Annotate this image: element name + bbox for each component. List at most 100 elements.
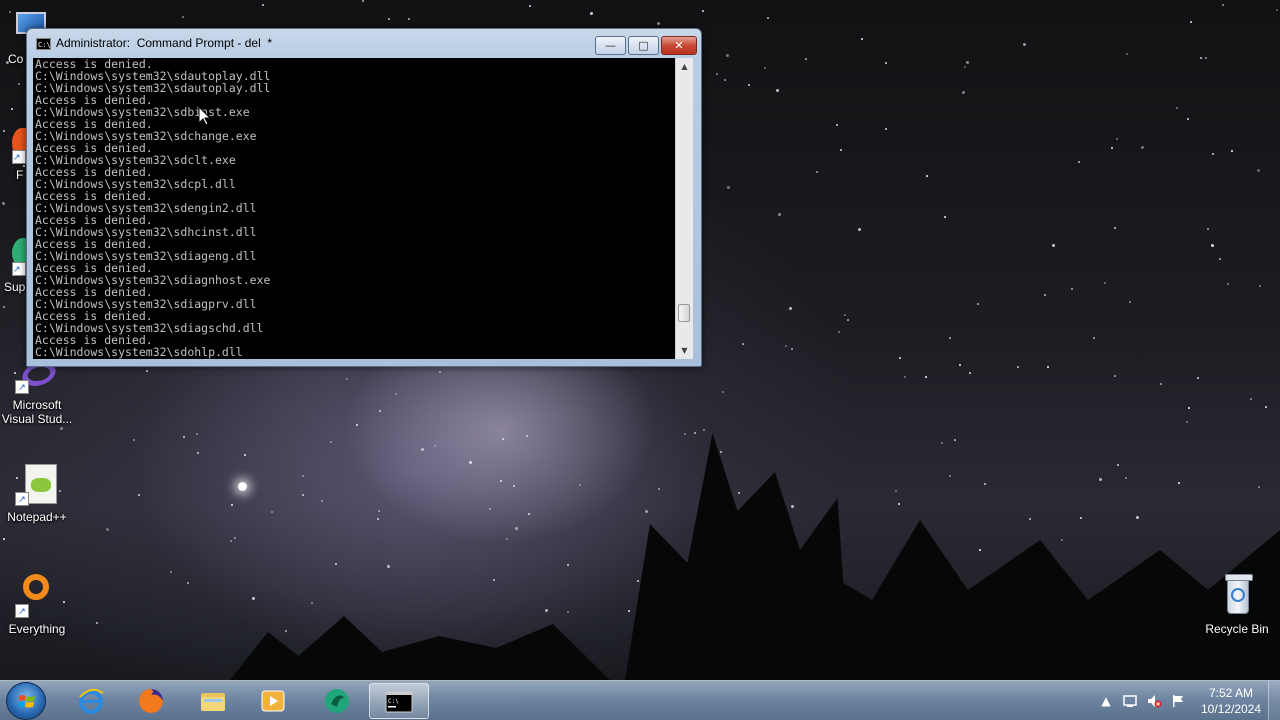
volume-muted-icon[interactable] [1146, 693, 1162, 709]
star [1188, 407, 1190, 409]
cmd-icon[interactable]: C:\ [36, 38, 51, 50]
star [567, 611, 569, 613]
star [138, 494, 140, 496]
star [1211, 244, 1214, 247]
star [302, 494, 304, 496]
star [500, 480, 502, 482]
star [1250, 398, 1252, 400]
star [106, 528, 109, 531]
star [60, 427, 63, 430]
star [966, 61, 969, 64]
star [847, 319, 849, 321]
scroll-up-icon[interactable]: ▲ [676, 58, 693, 75]
star [1219, 258, 1221, 260]
star [1104, 282, 1106, 284]
shortcut-arrow-icon: ↗ [15, 380, 29, 394]
console-output[interactable]: Access is denied. C:\Windows\system32\sda… [33, 58, 675, 359]
desktop-icon-visual-studio[interactable]: ↗ Microsoft Visual Stud... [0, 360, 74, 426]
taskbar-media-player[interactable] [244, 683, 302, 719]
star [791, 505, 794, 508]
console-line: C:\Windows\system32\sdohlp.dll [35, 345, 243, 359]
taskbar-internet-explorer[interactable] [62, 683, 120, 719]
maximize-button[interactable]: □ [628, 36, 659, 55]
taskbar: C:\ ▲ 7:52 AM 10/12/2024 [0, 680, 1280, 720]
star [346, 378, 348, 380]
clock[interactable]: 7:52 AM 10/12/2024 [1196, 685, 1266, 717]
star [716, 73, 718, 75]
star [230, 540, 232, 542]
star [362, 0, 364, 2]
star [898, 503, 900, 505]
star [767, 17, 769, 19]
star [954, 439, 956, 441]
flag-icon[interactable] [1170, 693, 1186, 709]
window-titlebar[interactable]: C:\ Administrator: Command Prompt - del … [27, 29, 701, 57]
star [1231, 150, 1233, 152]
star [271, 511, 273, 513]
star [969, 372, 971, 374]
star [637, 580, 639, 582]
desktop-icon-recycle-bin[interactable]: Recycle Bin [1199, 572, 1275, 636]
star [379, 410, 381, 412]
star [1093, 337, 1095, 339]
taskbar-command-prompt[interactable]: C:\ [369, 683, 429, 719]
command-prompt-window[interactable]: C:\ Administrator: Command Prompt - del … [26, 28, 702, 367]
star [1141, 146, 1144, 149]
star [764, 67, 766, 69]
desktop-icon-label: Notepad++ [7, 510, 67, 524]
star [11, 108, 13, 110]
star [805, 58, 807, 60]
star [724, 79, 726, 81]
desktop-icon-label: Microsoft Visual Stud... [1, 398, 73, 426]
app-icon [325, 689, 349, 713]
star [377, 518, 379, 520]
star [984, 483, 986, 485]
star [285, 630, 287, 632]
star [977, 303, 979, 305]
star [844, 314, 846, 316]
tree-silhouette [230, 616, 610, 680]
svg-text:C:\: C:\ [388, 698, 399, 705]
star [1222, 4, 1224, 6]
star [949, 337, 951, 339]
ie-icon [79, 688, 104, 714]
taskbar-firefox[interactable] [122, 683, 180, 719]
star [387, 565, 390, 568]
star [183, 436, 185, 438]
clock-time: 7:52 AM [1208, 686, 1254, 700]
star [335, 563, 337, 565]
vertical-scrollbar[interactable]: ▲ ▼ [675, 58, 693, 359]
star [1125, 477, 1127, 479]
star [962, 91, 965, 94]
start-button[interactable] [6, 682, 46, 720]
star [1111, 147, 1113, 149]
star [944, 216, 946, 218]
star [959, 364, 961, 366]
star [1099, 478, 1102, 481]
star [1205, 57, 1207, 59]
action-center-icon[interactable] [1122, 693, 1138, 709]
tree-silhouette [625, 433, 850, 680]
taskbar-file-explorer[interactable] [184, 683, 242, 719]
scroll-thumb[interactable] [678, 304, 690, 322]
close-button[interactable]: ✕ [661, 36, 697, 55]
show-desktop-button[interactable] [1268, 681, 1280, 720]
minimize-button[interactable]: — [595, 36, 626, 55]
star [493, 579, 495, 581]
star [720, 451, 722, 453]
star [567, 564, 569, 566]
star [506, 538, 508, 540]
star [684, 433, 686, 435]
star [434, 445, 436, 447]
desktop-icon-notepad-plus-plus[interactable]: ↗ Notepad++ [0, 462, 74, 524]
shortcut-arrow-icon: ↗ [12, 262, 26, 276]
star [1178, 482, 1180, 484]
scroll-down-icon[interactable]: ▼ [676, 342, 693, 359]
taskbar-app[interactable] [308, 683, 366, 719]
show-hidden-icons-icon[interactable]: ▲ [1098, 694, 1114, 708]
desktop-icon-everything[interactable]: ↗ Everything [0, 574, 74, 636]
star [858, 228, 861, 231]
star [528, 513, 530, 515]
star [694, 432, 696, 434]
star [1259, 285, 1261, 287]
